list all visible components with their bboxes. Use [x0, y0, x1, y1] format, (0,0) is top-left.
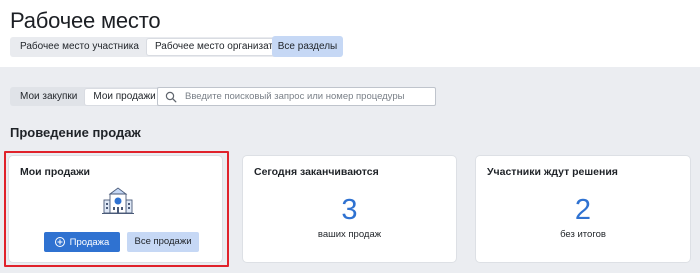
all-sales-button[interactable]: Все продажи	[127, 232, 199, 252]
tab-my-sales[interactable]: Мои продажи	[85, 88, 164, 105]
awaiting-decision-count[interactable]: 2	[476, 194, 690, 227]
tab-my-purchases[interactable]: Мои закупки	[12, 89, 85, 105]
purchases-sales-switcher: Мои закупки Мои продажи	[10, 87, 166, 106]
page-title: Рабочее место	[10, 8, 161, 33]
ending-today-card[interactable]: Сегодня заканчиваются 3 ваших продаж	[243, 156, 456, 262]
search-icon	[165, 91, 177, 102]
ending-today-caption: ваших продаж	[317, 229, 382, 240]
search-box	[157, 87, 436, 106]
my-sales-card-title: Мои продажи	[20, 166, 90, 178]
building-icon	[102, 187, 134, 214]
tab-participant-workspace[interactable]: Рабочее место участника	[12, 39, 147, 55]
awaiting-decision-caption: без итогов	[560, 229, 606, 240]
all-sections-button[interactable]: Все разделы	[272, 36, 343, 57]
new-sale-button[interactable]: Продажа	[44, 232, 120, 252]
section-title: Проведение продаж	[10, 125, 141, 140]
new-sale-button-label: Продажа	[69, 236, 110, 248]
ending-today-card-title: Сегодня заканчиваются	[254, 166, 379, 178]
search-input[interactable]	[185, 91, 435, 102]
workspace-switcher: Рабочее место участника Рабочее место ор…	[10, 37, 300, 57]
top-header: Рабочее место Рабочее место участника Ра…	[0, 0, 700, 67]
awaiting-decision-card[interactable]: Участники ждут решения 2 без итогов	[476, 156, 690, 262]
awaiting-decision-card-title: Участники ждут решения	[487, 166, 618, 178]
my-sales-card: Мои продажи Продажа Все продажи	[9, 156, 222, 262]
plus-circle-icon	[54, 237, 65, 247]
ending-today-count[interactable]: 3	[243, 194, 456, 227]
